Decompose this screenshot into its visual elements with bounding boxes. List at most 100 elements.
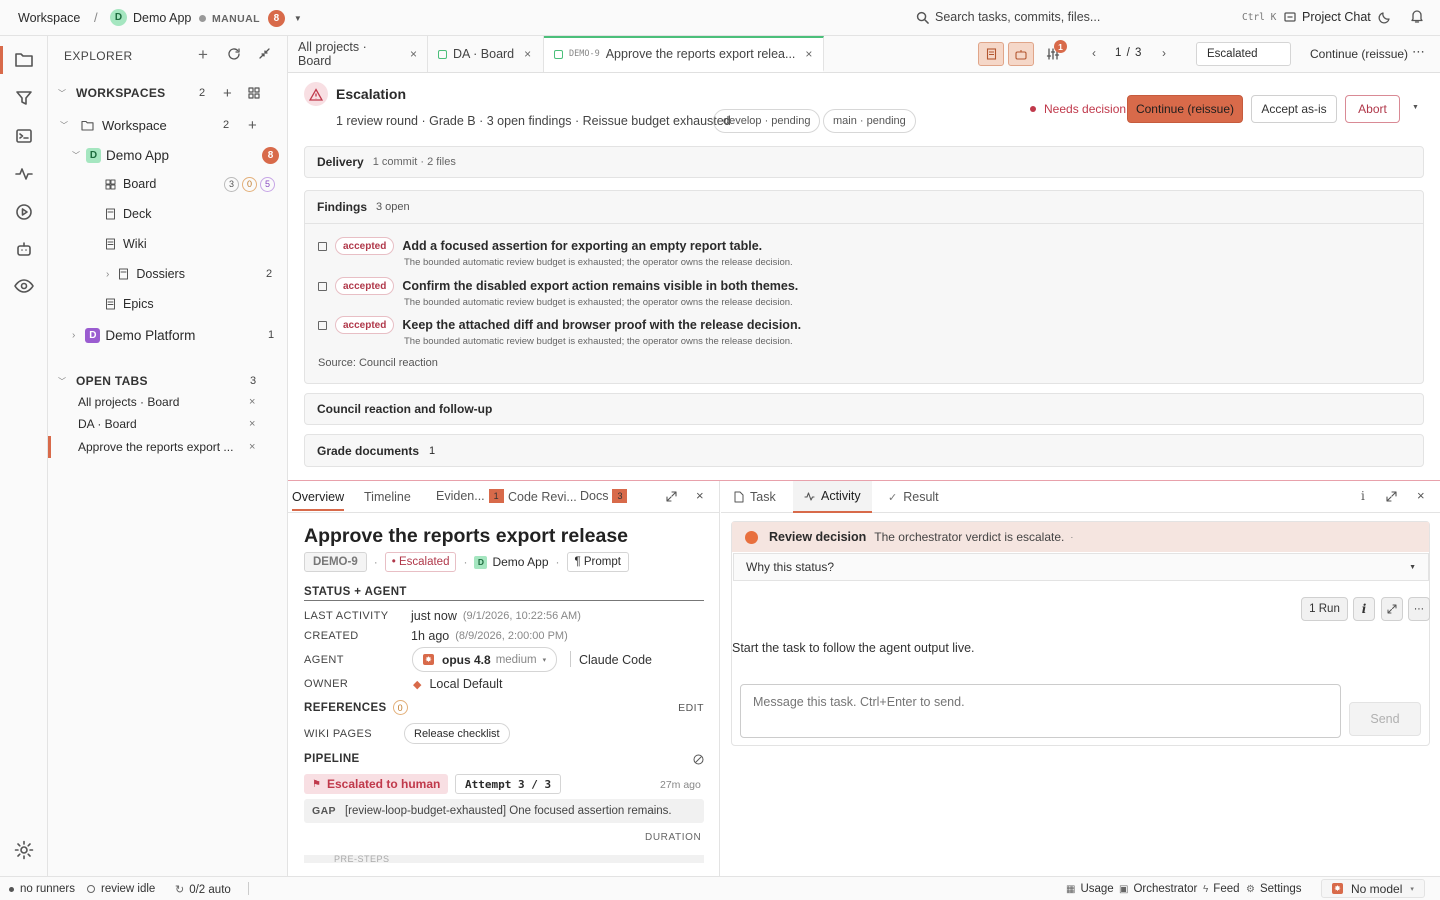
tab-timeline[interactable]: Timeline [364,490,411,504]
council-section[interactable]: Council reaction and follow-up [304,393,1424,425]
why-status-dropdown[interactable]: Why this status? ▼ [733,553,1429,581]
continue-reissue-link[interactable]: Continue (reissue) [1310,47,1408,61]
activity-rail-button[interactable] [13,163,35,185]
moon-icon[interactable] [1378,10,1392,24]
findings-header[interactable]: Findings 3 open [305,191,1423,224]
review-rail-button[interactable] [13,275,35,297]
info-button[interactable]: i [1353,597,1375,621]
close-icon[interactable]: × [249,441,255,453]
agent-view-button[interactable] [1008,42,1034,66]
collapse-icon[interactable] [258,47,271,60]
tab-docs[interactable]: Docs 3 [580,489,628,503]
finding-checkbox[interactable] [318,241,327,251]
info-icon[interactable]: i [1361,489,1365,503]
explorer-rail-button[interactable] [13,49,35,71]
continue-reissue-button[interactable]: Continue (reissue) [1127,95,1243,123]
agent-label: AGENT [304,654,344,666]
expand-icon[interactable] [1386,491,1397,502]
tree-item-board[interactable]: Board 3 0 5 [48,171,287,197]
more-icon[interactable]: ⋯ [1412,44,1425,60]
global-search[interactable]: Search tasks, commits, files... [916,10,1100,24]
tab-task[interactable]: Task [734,490,776,504]
workspace-breadcrumb[interactable]: Workspace [18,11,80,25]
caret-down-icon[interactable]: ▼ [1412,104,1419,111]
chevron-left-icon[interactable]: ‹ [1092,46,1096,60]
close-icon[interactable]: × [249,396,255,408]
feed-button[interactable]: ϟ Feed [1203,883,1240,895]
orchestrator-button[interactable]: ▣ Orchestrator [1119,883,1197,895]
project-chat-button[interactable]: Project Chat [1284,10,1371,24]
run-button[interactable]: 1 Run [1301,597,1348,621]
accept-as-is-button[interactable]: Accept as-is [1251,95,1337,123]
tab-result[interactable]: ✓ Result [888,490,939,504]
runners-status[interactable]: no runners [9,883,75,895]
open-tab-item-active[interactable]: Approve the reports export ... × [48,436,287,458]
pre-steps-row[interactable]: PRE-STEPS [304,855,704,863]
add-icon[interactable]: + [198,45,208,65]
more-button[interactable]: ⋯ [1408,597,1430,621]
message-input[interactable] [740,684,1341,738]
project-name[interactable]: Demo App [492,555,548,569]
workspaces-section-header[interactable]: ﹀ WORKSPACES 2 + [48,80,287,106]
tab-all-projects-board[interactable]: All projects · Board × [288,36,428,72]
info-circle-icon[interactable] [693,754,704,765]
terminal-rail-button[interactable] [13,125,35,147]
tab-da-board[interactable]: DA · Board × [428,36,544,72]
separator-dot: · [463,555,468,569]
tab-evidence[interactable]: Eviden... 1 [436,489,504,503]
usage-button[interactable]: ▦ Usage [1066,883,1114,895]
tab-code-review[interactable]: Code Revi... [508,490,577,504]
tab-demo-9[interactable]: DEMO-9 Approve the reports export relea.… [544,36,824,72]
tab-activity[interactable]: Activity [793,481,872,513]
tree-item-workspace[interactable]: ﹀ Workspace 2 + [48,112,287,138]
expand-icon[interactable] [666,491,677,502]
open-tab-item[interactable]: All projects · Board × [48,391,287,413]
close-icon[interactable]: × [410,47,417,61]
prompt-button[interactable]: ¶ Prompt [566,552,629,572]
tree-item-demo-platform[interactable]: › D Demo Platform 1 [48,322,287,348]
grid-icon[interactable] [248,87,260,99]
auto-status[interactable]: ↻ 0/2 auto [175,883,231,897]
app-breadcrumb[interactable]: D Demo App [110,9,191,26]
filter-rail-button[interactable] [13,87,35,109]
mode-toggle[interactable]: MANUAL 8 ▼ [199,10,302,27]
chevron-right-icon[interactable]: › [1162,46,1166,60]
settings-rail-button[interactable] [13,839,35,861]
doc-view-button[interactable] [978,42,1004,66]
runs-rail-button[interactable] [13,201,35,223]
last-activity-value: just now [411,609,457,623]
add-icon[interactable]: + [248,117,257,134]
open-tab-item[interactable]: DA · Board × [48,413,287,435]
send-button[interactable]: Send [1349,702,1421,736]
tree-item-wiki[interactable]: Wiki [48,231,287,257]
settings-button[interactable]: ⚙ Settings [1246,883,1302,895]
wiki-page-chip[interactable]: Release checklist [404,723,510,744]
expand-button[interactable] [1381,597,1403,621]
edit-references-button[interactable]: EDIT [678,702,704,714]
grade-documents-section[interactable]: Grade documents 1 [304,434,1424,467]
tab-overview[interactable]: Overview [292,490,345,511]
add-icon[interactable]: + [223,85,232,102]
status-filter-input[interactable]: Escalated [1196,42,1291,66]
finding-checkbox[interactable] [318,281,327,291]
abort-button[interactable]: Abort [1345,95,1400,123]
status-badge[interactable]: • Escalated [384,552,457,572]
model-selector[interactable]: ✸ No model ▾ [1321,879,1425,898]
bell-icon[interactable] [1410,9,1424,24]
close-icon[interactable]: × [805,47,812,61]
close-icon[interactable]: × [696,488,704,503]
adjust-button[interactable]: 1 [1046,40,1067,61]
finding-checkbox[interactable] [318,320,327,330]
tree-item-demo-app[interactable]: ﹀ D Demo App 8 [48,142,287,168]
tree-item-deck[interactable]: Deck [48,201,287,227]
close-icon[interactable]: × [1417,488,1425,503]
agent-model-select[interactable]: ✸ opus 4.8 medium ▾ [412,647,558,672]
agents-rail-button[interactable] [13,238,35,260]
review-status[interactable]: review idle [87,883,155,895]
tree-item-dossiers[interactable]: › Dossiers 2 [48,261,287,287]
tree-item-epics[interactable]: Epics [48,291,287,317]
delivery-section[interactable]: Delivery 1 commit · 2 files [304,146,1424,178]
refresh-icon[interactable] [227,47,241,61]
close-icon[interactable]: × [524,47,531,61]
close-icon[interactable]: × [249,418,255,430]
